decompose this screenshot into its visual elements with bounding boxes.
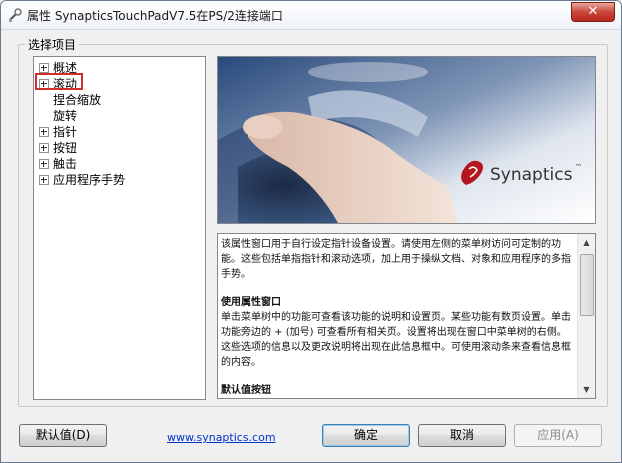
scroll-thumb[interactable]: [580, 254, 594, 316]
touchpad-illustration: Synaptics ™: [217, 56, 596, 224]
group-label: 选择项目: [25, 36, 80, 53]
info-scrollbar[interactable]: ▲ ▼: [577, 234, 595, 398]
defaults-button[interactable]: 默认值(D): [19, 424, 107, 447]
info-section-body: 单击菜单树中的功能可查看该功能的说明和设置页。某些功能有数页设置。单击功能旁边的…: [221, 312, 571, 368]
properties-window: 属性 SynapticsTouchPadV7.5在PS/2连接端口 ✕ 选择项目…: [0, 0, 622, 463]
title-bar[interactable]: 属性 SynapticsTouchPadV7.5在PS/2连接端口 ✕: [1, 1, 621, 30]
info-next-title: 默认值按钮: [221, 385, 271, 396]
apply-button[interactable]: 应用(A): [514, 424, 602, 447]
scroll-up-arrow-icon[interactable]: ▲: [578, 234, 595, 251]
scroll-down-arrow-icon[interactable]: ▼: [578, 381, 595, 398]
close-button[interactable]: ✕: [571, 2, 615, 22]
cancel-button[interactable]: 取消: [418, 424, 506, 447]
window-title: 属性 SynapticsTouchPadV7.5在PS/2连接端口: [27, 9, 283, 23]
svg-text:Synaptics: Synaptics: [490, 165, 573, 185]
synaptics-website-link[interactable]: www.synaptics.com: [167, 431, 276, 444]
plus-icon[interactable]: [39, 63, 49, 73]
selection-highlight-box: [35, 73, 83, 90]
plus-icon[interactable]: [39, 175, 49, 185]
touchpad-image: Synaptics ™: [218, 57, 595, 223]
svg-text:™: ™: [575, 163, 582, 171]
plus-icon[interactable]: [39, 127, 49, 137]
info-section-title: 使用属性窗口: [221, 297, 281, 308]
ok-button[interactable]: 确定: [322, 424, 410, 447]
plus-icon[interactable]: [39, 159, 49, 169]
info-intro: 该属性窗口用于自行设定指针设备设置。请使用左侧的菜单树访问可定制的功能。这些包括…: [221, 239, 571, 280]
feature-tree[interactable]: 概述 滚动 捏合缩放 旋转 指针 按钮 触击 应用程序手势: [33, 56, 206, 400]
info-box[interactable]: 该属性窗口用于自行设定指针设备设置。请使用左侧的菜单树访问可定制的功能。这些包括…: [217, 233, 596, 399]
properties-icon: [9, 8, 22, 22]
plus-icon[interactable]: [39, 143, 49, 153]
info-text: 该属性窗口用于自行设定指针设备设置。请使用左侧的菜单树访问可定制的功能。这些包括…: [221, 237, 573, 398]
